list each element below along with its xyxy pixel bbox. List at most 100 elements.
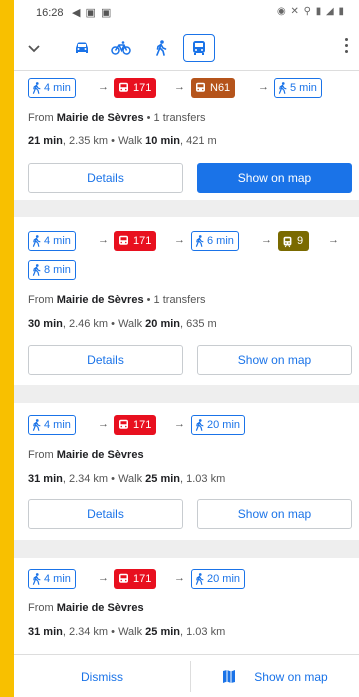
route-walk-distance: , 1.03 km	[180, 473, 226, 485]
walk-step-chip: 5 min	[274, 78, 322, 98]
show-on-map-button[interactable]: Show on map	[197, 163, 352, 193]
route-duration: 31 min	[28, 473, 63, 485]
walk-icon	[32, 264, 41, 276]
bus-line-chip: 171	[114, 231, 157, 251]
route-distance: , 2.34 km • Walk	[62, 626, 146, 638]
route-summary: 31 min, 2.34 km • Walk 25 min, 1.03 km	[28, 626, 225, 638]
transfers-count: • 1 transfers	[146, 294, 206, 306]
transfers-count: • 1 transfers	[146, 112, 206, 124]
details-button[interactable]: Details	[28, 163, 183, 193]
tram-line-number: 9	[297, 235, 304, 247]
arrow-icon: →	[174, 572, 185, 584]
walk-time: 4 min	[44, 82, 71, 94]
from-stop: Mairie de Sèvres	[56, 449, 144, 461]
route-card[interactable]: 4 min → 171 → 20 min From Mairie de Sèvr…	[14, 558, 359, 654]
route-card[interactable]: 4 min → 171 → 20 min From Mairie de Sèvr…	[14, 403, 359, 540]
bus-line-chip: 171	[114, 415, 157, 435]
route-origin: From Mairie de Sèvres • 1 transfers	[28, 294, 206, 306]
walk-step-chip: 20 min	[191, 569, 246, 589]
bottom-action-bar: Dismiss Show on map	[14, 654, 359, 697]
route-origin: From Mairie de Sèvres	[28, 449, 144, 461]
walk-step-chip: 8 min	[28, 260, 76, 280]
walk-icon	[195, 235, 204, 247]
chevron-down-icon[interactable]	[28, 40, 40, 58]
from-prefix: From	[28, 112, 54, 124]
more-options-icon[interactable]	[345, 38, 349, 56]
arrow-icon: →	[174, 418, 185, 430]
route-card[interactable]: 4 min → 171 → N61 → 5 min From Mairie de…	[14, 71, 359, 200]
route-walk-time: 25 min	[145, 626, 181, 638]
walk-icon	[32, 419, 41, 431]
arrow-icon: →	[174, 234, 185, 246]
bus-line-number: 171	[133, 573, 152, 585]
arrow-icon: →	[328, 234, 339, 246]
from-prefix: From	[28, 449, 54, 461]
bus-icon	[119, 82, 128, 92]
status-time: 16:28	[36, 7, 64, 19]
route-summary: 21 min, 2.35 km • Walk 10 min, 421 m	[28, 135, 217, 147]
route-duration: 30 min	[28, 318, 63, 330]
walk-icon	[195, 573, 204, 585]
route-walk-distance: , 1.03 km	[180, 626, 226, 638]
walk-time: 8 min	[44, 264, 71, 276]
route-origin: From Mairie de Sèvres	[28, 602, 144, 614]
route-distance: , 2.46 km • Walk	[62, 318, 146, 330]
route-distance: , 2.35 km • Walk	[62, 135, 146, 147]
car-icon[interactable]	[68, 36, 96, 60]
details-button[interactable]: Details	[28, 499, 183, 529]
from-prefix: From	[28, 602, 54, 614]
arrow-icon: →	[258, 81, 269, 93]
bus-icon	[119, 573, 128, 583]
walk-time: 20 min	[207, 573, 241, 585]
route-card[interactable]: 4 min → 171 → 6 min → 9 → 8 min From Mai…	[14, 217, 359, 385]
route-distance: , 2.34 km • Walk	[62, 473, 146, 485]
tram-line-chip: 9	[278, 231, 310, 251]
arrow-icon: →	[174, 81, 185, 93]
walk-time: 4 min	[44, 419, 71, 431]
status-right-icons: ◉ ✕ ⚲ ▮ ◢ ▮	[276, 6, 345, 17]
route-summary: 30 min, 2.46 km • Walk 20 min, 635 m	[28, 318, 217, 330]
bus-line-number: 171	[133, 235, 152, 247]
walk-step-chip: 6 min	[191, 231, 239, 251]
walk-time: 4 min	[44, 235, 71, 247]
walk-icon	[278, 82, 287, 94]
transit-icon[interactable]	[183, 34, 215, 62]
walk-step-chip: 4 min	[28, 78, 76, 98]
walk-step-chip: 20 min	[191, 415, 246, 435]
route-duration: 21 min	[28, 135, 63, 147]
walk-step-chip: 4 min	[28, 569, 76, 589]
from-stop: Mairie de Sèvres	[56, 112, 144, 124]
walk-step-chip: 4 min	[28, 231, 76, 251]
walk-icon[interactable]	[147, 36, 175, 60]
show-on-map-button[interactable]: Show on map	[197, 499, 352, 529]
show-on-map-bottom-button[interactable]: Show on map	[191, 655, 359, 697]
from-prefix: From	[28, 294, 54, 306]
from-stop: Mairie de Sèvres	[56, 294, 144, 306]
route-walk-distance: , 421 m	[180, 135, 217, 147]
dismiss-button[interactable]: Dismiss	[14, 655, 190, 697]
details-button[interactable]: Details	[28, 345, 183, 375]
route-walk-distance: , 635 m	[180, 318, 217, 330]
tram-icon	[283, 236, 292, 247]
walk-time: 6 min	[207, 235, 234, 247]
phone-screen: 16:28 ◀ ▣ ▣ ◉ ✕ ⚲ ▮ ◢ ▮ 4 min → 171 → N6…	[14, 0, 359, 697]
walk-icon	[195, 419, 204, 431]
route-walk-time: 10 min	[145, 135, 181, 147]
from-stop: Mairie de Sèvres	[56, 602, 144, 614]
show-on-map-label: Show on map	[254, 669, 328, 684]
bike-icon[interactable]	[107, 36, 135, 60]
arrow-icon: →	[98, 234, 109, 246]
status-bar: 16:28 ◀ ▣ ▣ ◉ ✕ ⚲ ▮ ◢ ▮	[14, 0, 359, 26]
travel-mode-bar	[14, 26, 359, 71]
route-origin: From Mairie de Sèvres • 1 transfers	[28, 112, 206, 124]
walk-icon	[32, 573, 41, 585]
route-walk-time: 20 min	[145, 318, 181, 330]
show-on-map-button[interactable]: Show on map	[197, 345, 352, 375]
bus-icon	[196, 82, 205, 92]
arrow-icon: →	[98, 418, 109, 430]
bus-line-number: 171	[133, 419, 152, 431]
walk-step-chip: 4 min	[28, 415, 76, 435]
bus-line-chip: 171	[114, 78, 157, 98]
walk-time: 4 min	[44, 573, 71, 585]
route-summary: 31 min, 2.34 km • Walk 25 min, 1.03 km	[28, 473, 225, 485]
